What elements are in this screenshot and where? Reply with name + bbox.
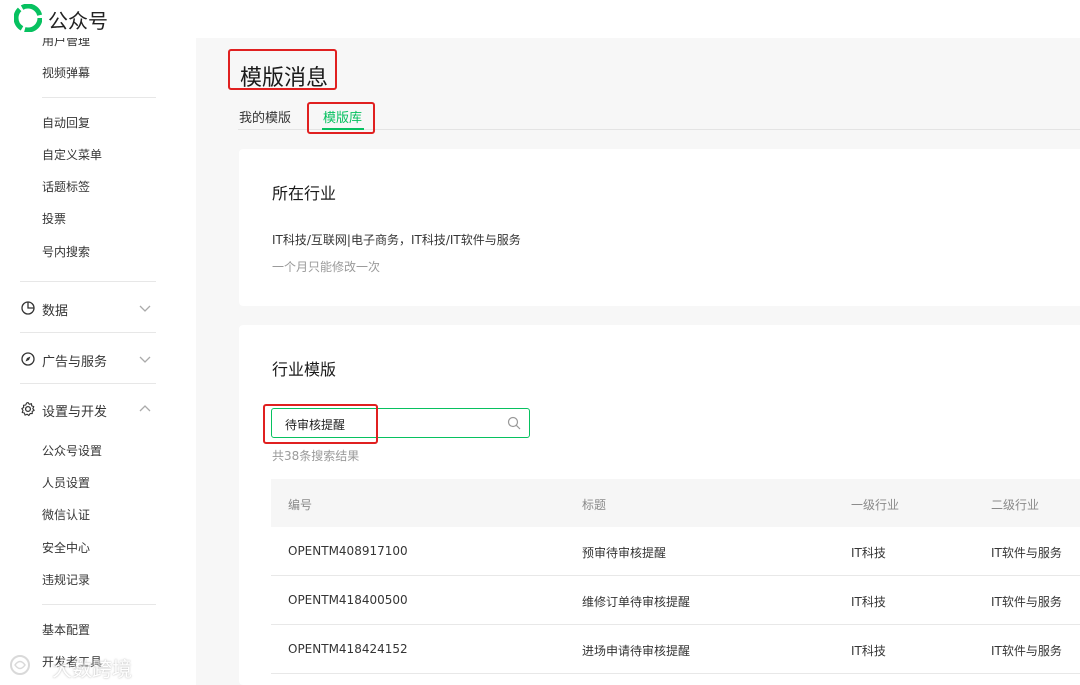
sidebar-item-user-management[interactable]: 用户管理 (42, 38, 90, 49)
cell-id: OPENTM408917100 (288, 544, 408, 558)
cell-industry1: IT科技 (851, 546, 886, 560)
search-input[interactable] (285, 415, 505, 433)
sidebar-item-member-settings[interactable]: 人员设置 (42, 474, 90, 491)
sidebar-section-label: 设置与开发 (42, 405, 108, 420)
industry-value: IT科技/互联网|电子商务，IT科技/IT软件与服务 (272, 233, 521, 247)
sidebar-section-label: 数据 (42, 304, 69, 319)
sidebar-section-label: 广告与服务 (42, 355, 108, 370)
column-header-id: 编号 (288, 498, 313, 512)
cell-title[interactable]: 维修订单待审核提醒 (582, 593, 690, 610)
tab-bar: 我的模版 模版库 (238, 100, 1080, 130)
template-card: 行业模版 共38条搜索结果 编号 标题 一级行业 二级行业 OPENTM4089… (239, 325, 1080, 685)
sidebar-divider (42, 604, 156, 605)
gear-icon (21, 401, 35, 417)
cell-id: OPENTM418400500 (288, 593, 408, 607)
page-title: 模版消息 (240, 66, 329, 91)
sidebar-divider (42, 97, 156, 98)
cell-industry2: IT软件与服务 (991, 595, 1062, 609)
result-count: 共38条搜索结果 (272, 449, 360, 463)
cell-title[interactable]: 预审待审核提醒 (582, 544, 666, 561)
sidebar-item-in-account-search[interactable]: 号内搜索 (42, 243, 90, 260)
sidebar-divider (20, 383, 156, 384)
watermark-logo-icon (10, 655, 30, 675)
sidebar-section-ads-services[interactable]: 广告与服务 (20, 347, 156, 371)
top-bar: 公众号 (0, 0, 1080, 38)
sidebar-item-vote[interactable]: 投票 (42, 210, 66, 227)
sidebar-item-account-settings[interactable]: 公众号设置 (42, 442, 102, 459)
sidebar-divider (20, 281, 156, 282)
sidebar-item-auto-reply[interactable]: 自动回复 (42, 114, 90, 131)
table-row[interactable]: OPENTM408917100 预审待审核提醒 IT科技 IT软件与服务 (271, 527, 1080, 576)
sidebar-item-video-danmaku[interactable]: 视频弹幕 (42, 64, 90, 81)
search-icon[interactable] (507, 416, 521, 430)
cell-industry1: IT科技 (851, 595, 886, 609)
table-row[interactable]: OPENTM418400500 维修订单待审核提醒 IT科技 IT软件与服务 (271, 576, 1080, 625)
industry-hint: 一个月只能修改一次 (272, 260, 381, 274)
app-name[interactable]: 公众号 (48, 5, 108, 34)
template-card-title: 行业模版 (272, 360, 337, 379)
active-tab-indicator (322, 128, 364, 130)
column-header-industry2: 二级行业 (991, 498, 1040, 512)
watermark-text: 大数跨境 (52, 657, 132, 681)
sidebar-divider (20, 332, 156, 333)
cell-industry2: IT软件与服务 (991, 546, 1062, 560)
cell-title[interactable]: 进场申请待审核提醒 (582, 642, 690, 659)
industry-card: 所在行业 IT科技/互联网|电子商务，IT科技/IT软件与服务 一个月只能修改一… (239, 149, 1080, 306)
compass-icon (21, 352, 35, 366)
pie-chart-icon (21, 301, 35, 315)
tab-my-templates[interactable]: 我的模版 (239, 107, 291, 126)
sidebar-section-settings-dev[interactable]: 设置与开发 (20, 397, 156, 421)
sidebar-item-wechat-verification[interactable]: 微信认证 (42, 506, 90, 523)
table-row[interactable]: OPENTM418424152 进场申请待审核提醒 IT科技 IT软件与服务 (271, 625, 1080, 674)
sidebar-item-basic-config[interactable]: 基本配置 (42, 621, 90, 638)
sidebar-item-violation-records[interactable]: 违规记录 (42, 571, 90, 588)
tab-template-library[interactable]: 模版库 (323, 107, 362, 126)
column-header-industry1: 一级行业 (851, 498, 900, 512)
wechat-official-account-logo-icon[interactable] (14, 4, 42, 32)
sidebar-item-security-center[interactable]: 安全中心 (42, 539, 90, 556)
cell-id: OPENTM418424152 (288, 642, 408, 656)
sidebar-item-topic-tags[interactable]: 话题标签 (42, 178, 90, 195)
column-header-title: 标题 (582, 498, 607, 512)
industry-card-title: 所在行业 (272, 184, 337, 203)
table-header: 编号 标题 一级行业 二级行业 (271, 479, 1080, 527)
sidebar: 用户管理 视频弹幕 自动回复 自定义菜单 话题标签 投票 号内搜索 数据 广告与… (0, 38, 196, 685)
sidebar-section-data[interactable]: 数据 (20, 296, 156, 320)
cell-industry2: IT软件与服务 (991, 644, 1062, 658)
chevron-up-icon (139, 405, 151, 412)
chevron-down-icon (139, 305, 151, 312)
search-field[interactable] (271, 408, 530, 438)
cell-industry1: IT科技 (851, 644, 886, 658)
sidebar-item-custom-menu[interactable]: 自定义菜单 (42, 146, 102, 163)
chevron-down-icon (139, 356, 151, 363)
